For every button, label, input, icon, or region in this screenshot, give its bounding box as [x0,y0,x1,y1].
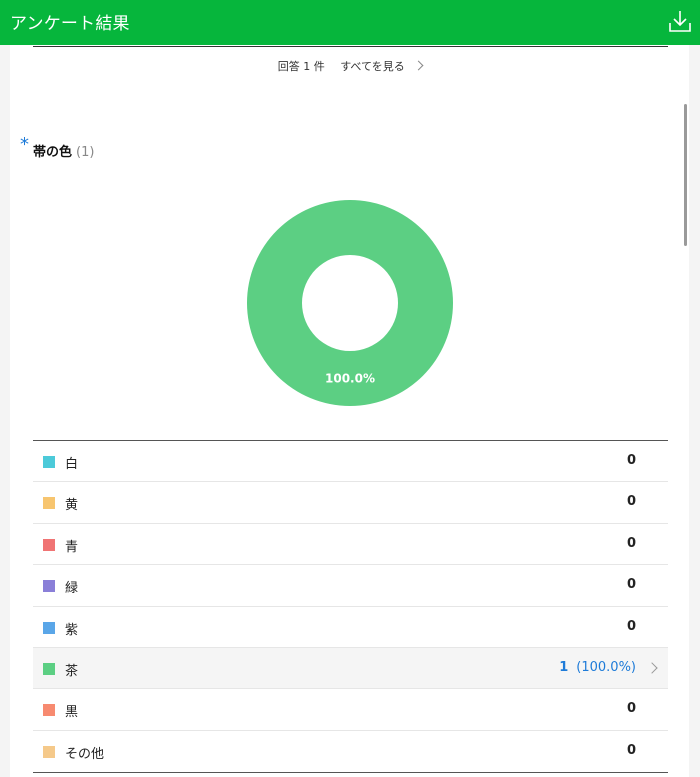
legend-row[interactable]: 青0 [33,524,668,566]
legend-value: 1 (100.0%) [559,660,636,675]
legend-label: 茶 [65,663,79,679]
download-button[interactable] [668,9,692,35]
legend-row[interactable]: 黄0 [33,482,668,524]
legend-swatch [43,662,55,675]
page-margin-left [0,45,10,777]
legend-percent: (100.0%) [576,659,636,675]
question-response-count: (1) [76,145,95,160]
required-mark: * [20,134,29,155]
legend-label: 青 [65,539,79,555]
legend-value: 0 [627,453,636,468]
legend-swatch [43,621,55,634]
legend-swatch [43,580,55,593]
legend-count: 0 [626,577,636,593]
response-count: 回答 1 件 [277,60,325,73]
legend-row[interactable]: その他 0 [33,731,668,772]
app-header: アンケート結果 [0,0,700,45]
legend-label: 黒 [65,705,79,721]
see-all-responses-link[interactable]: 回答 1 件 すべてを見る [0,58,700,74]
legend-swatch [43,538,55,551]
legend-swatch [43,704,55,717]
chevron-right-icon [413,60,424,71]
see-all-label: すべてを見る [340,60,405,73]
legend-label: 白 [65,457,79,472]
legend-count: 0 [626,453,636,468]
legend-value: 0 [627,577,636,592]
page-margin-right [689,45,700,777]
legend-label: 黄 [65,498,79,514]
legend-label: 紫 [65,622,79,638]
legend-swatch [43,497,55,510]
legend-label: その他 [65,746,105,762]
legend-value: 0 [627,536,636,551]
question-title-text: 帯の色 [33,145,73,160]
legend-count: 0 [626,494,636,510]
scrollbar-thumb[interactable] [684,104,687,246]
legend-count: 0 [626,535,636,551]
legend-row[interactable]: 茶 1 (100.0%) [33,647,668,690]
legend-count: 0 [626,618,636,634]
legend-value: 0 [627,619,636,634]
legend-value: 0 [627,743,636,758]
legend-row[interactable]: 緑0 [33,565,668,607]
legend-row[interactable]: 紫0 [33,607,668,648]
chevron-right-icon [646,662,658,674]
legend-label: 緑 [65,581,79,597]
section-divider [33,46,668,47]
legend-swatch [43,745,55,758]
legend-count: 0 [626,742,636,758]
legend-value: 0 [627,701,636,716]
question-title: 帯の色 (1) [33,141,94,160]
legend-row[interactable]: 白0 [33,441,668,483]
legend-row[interactable]: 黒0 [33,689,668,731]
download-icon [669,11,691,32]
legend-count: 0 [626,701,636,717]
legend-value: 0 [627,494,636,509]
legend-count: 1 [559,659,569,675]
legend-swatch [43,456,55,468]
answer-legend: 白 0 黄 0 青 0 緑 0 紫 0 茶 1 (100.0%) 黒 0 その他 0 [33,440,668,774]
page-title: アンケート結果 [10,14,130,34]
